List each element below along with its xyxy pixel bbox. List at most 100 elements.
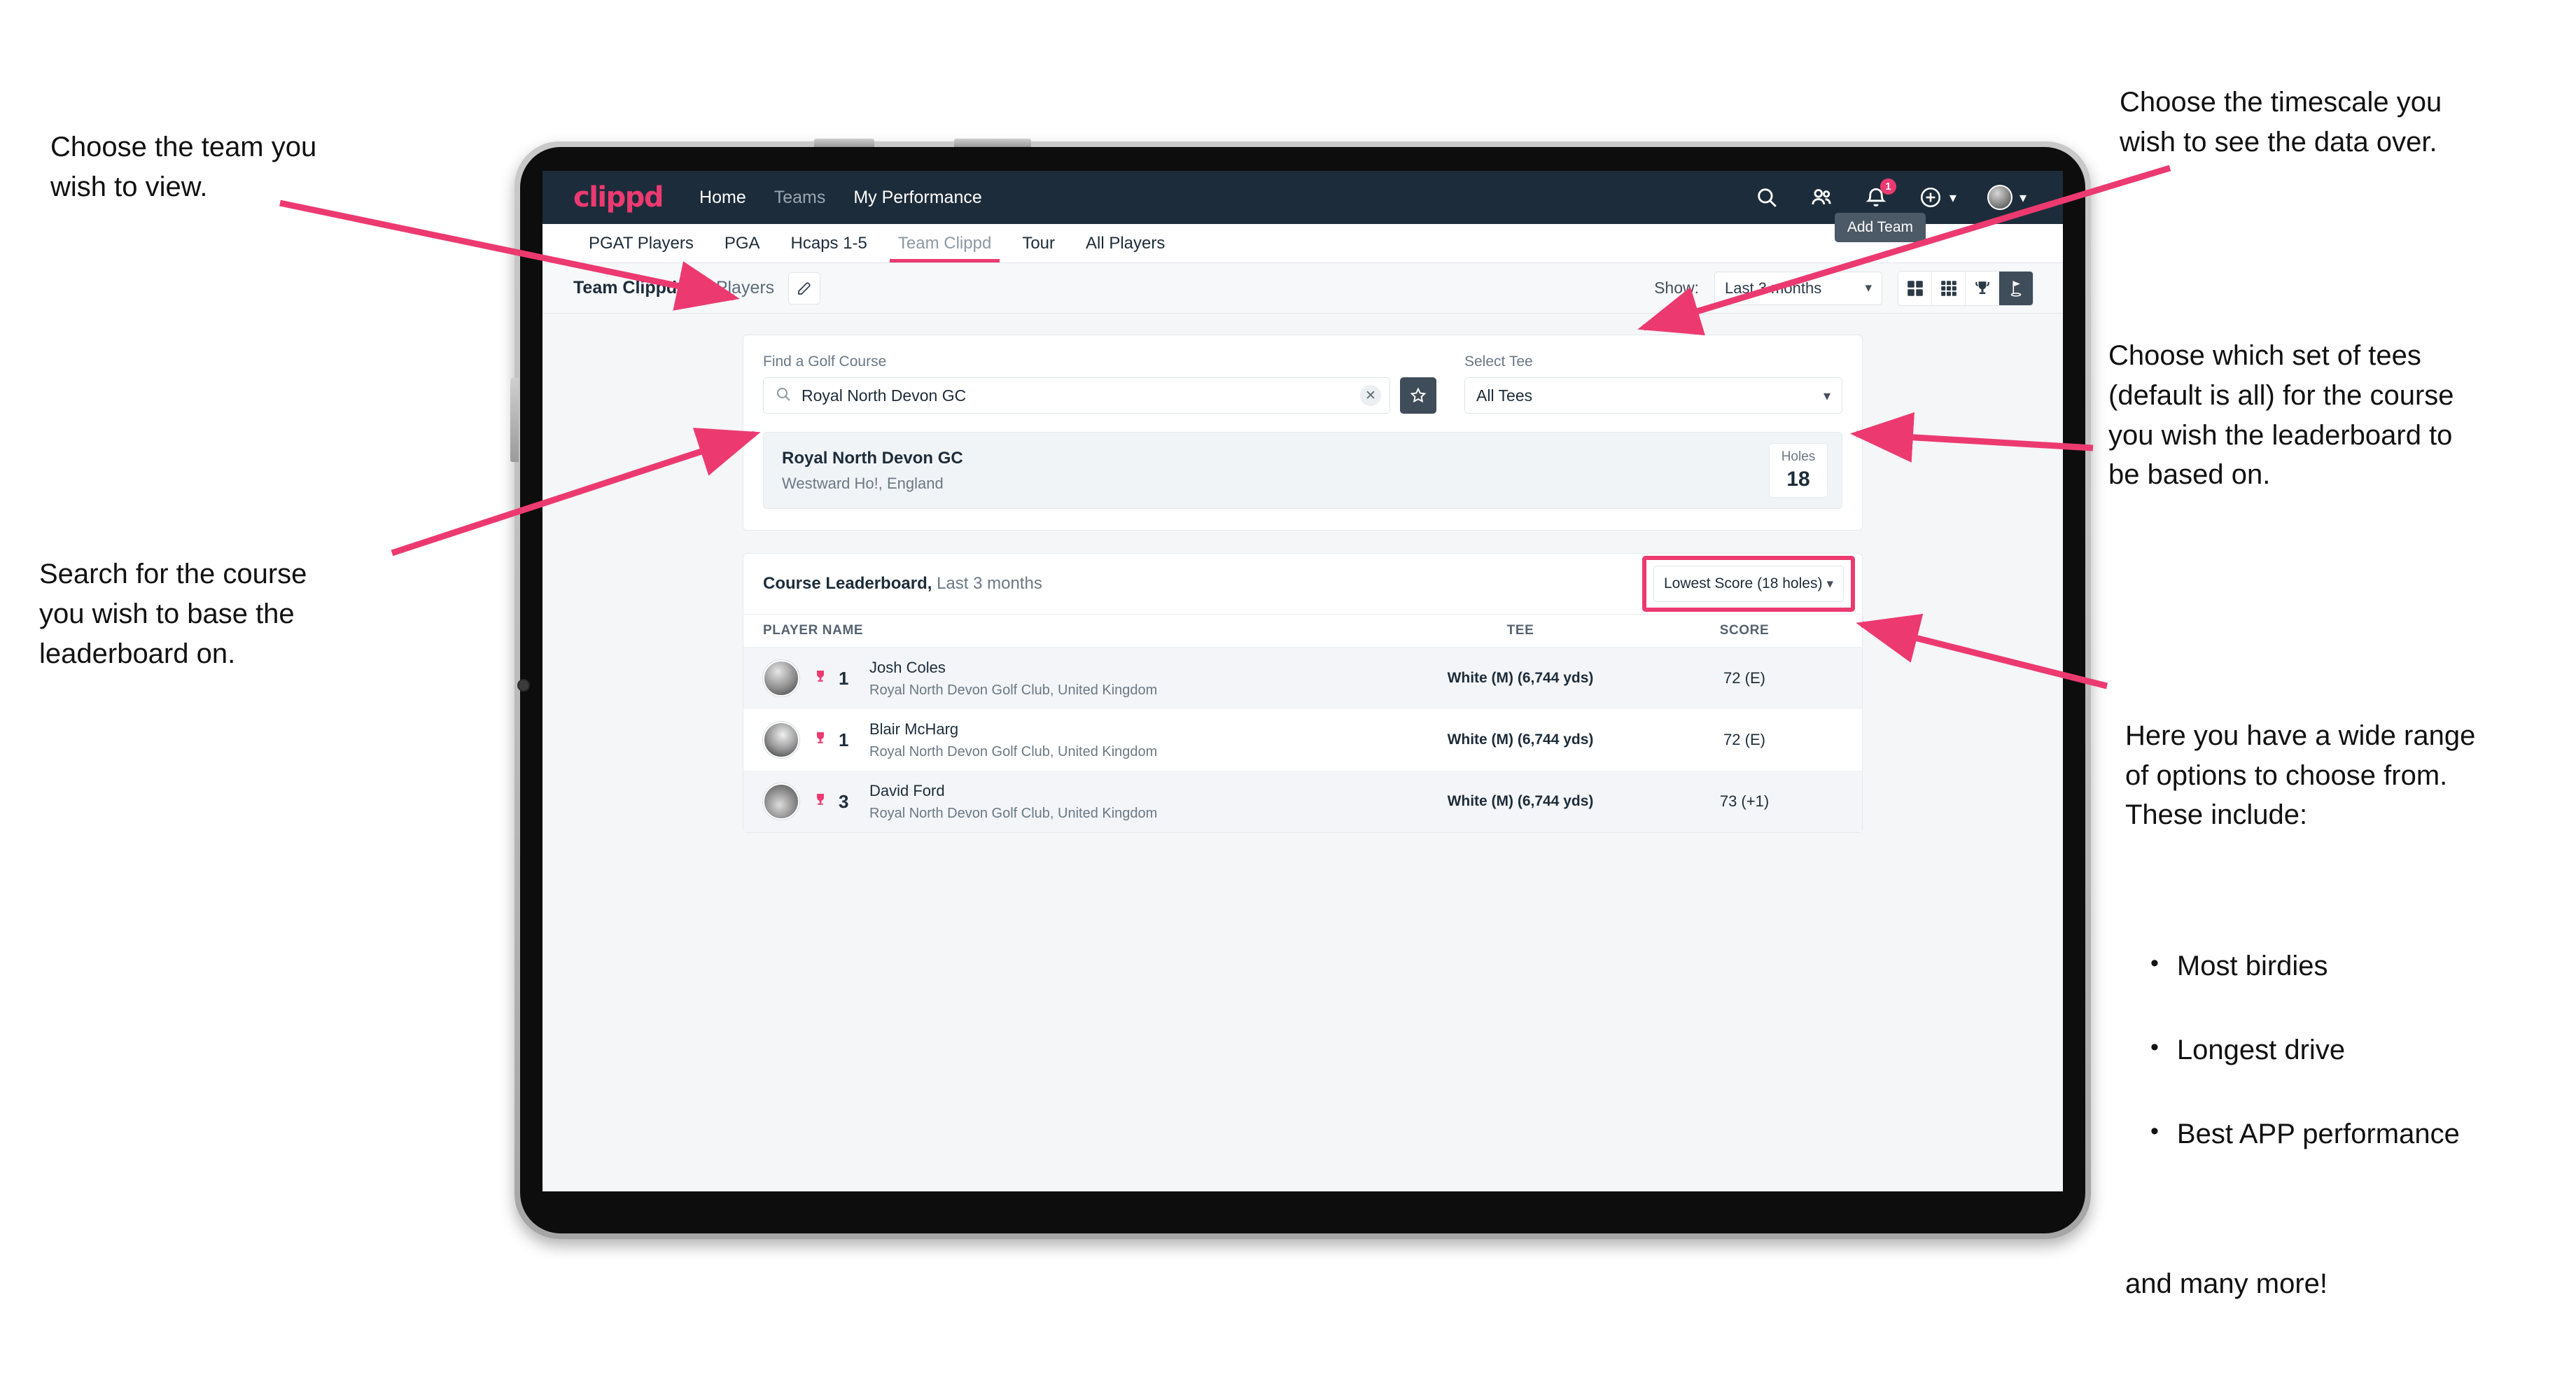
player-score: 72 (E) [1723, 731, 1765, 748]
team-player-count: 14 [692, 278, 711, 298]
search-icon[interactable] [1755, 186, 1779, 209]
leaderboard-title: Course Leaderboard, Last 3 months [763, 574, 1042, 594]
list-item-label: Longest drive [2176, 1034, 2346, 1065]
search-input[interactable]: Royal North Devon GC ✕ [763, 377, 1390, 414]
table-row[interactable]: 3 David Ford Royal North Devon Golf Club… [743, 771, 1862, 832]
tablet-camera [517, 679, 530, 692]
nav-link-home[interactable]: Home [699, 188, 746, 208]
timescale-select[interactable]: Last 3 months ▾ [1714, 271, 1882, 305]
tab-hcaps-1-5[interactable]: Hcaps 1-5 [776, 224, 883, 262]
tab-pgat-players[interactable]: PGAT Players [573, 224, 709, 262]
trophy-icon [812, 730, 829, 750]
star-icon[interactable] [1400, 377, 1436, 414]
avatar [763, 783, 799, 820]
annotation-choose-team: Choose the team you wish to view. [50, 132, 317, 202]
plus-circle-icon[interactable] [1919, 186, 1942, 209]
player-rank: 1 [839, 729, 849, 750]
leaderboard-title-main: Course Leaderboard, [763, 574, 932, 593]
bullet-glyph: • [2150, 1033, 2159, 1060]
course-flag-view-button[interactable] [1999, 271, 2033, 305]
add-menu[interactable]: ▾ [1919, 186, 1956, 209]
list-item-label: Best APP performance [2176, 1118, 2460, 1149]
leaderboard-sort-select[interactable]: Lowest Score (18 holes) ▾ [1653, 566, 1844, 602]
leaderboard-column-headers: PLAYER NAME TEE SCORE [743, 614, 1862, 648]
annotation-choose-timescale: Choose the timescale you wish to see the… [2120, 87, 2442, 158]
player-tee: White (M) (6,744 yds) [1447, 793, 1594, 809]
course-search-panel: Find a Golf Course Royal North Devon GC … [743, 335, 1863, 531]
avatar [763, 660, 799, 696]
course-result-location: Westward Ho!, England [782, 474, 944, 492]
tablet-bezel: clippd Home Teams My Performance 1 ▾ ▾ P… [510, 139, 2085, 1233]
toolbar-right: Show: Last 3 months ▾ [1654, 270, 2033, 306]
nav-link-my-performance[interactable]: My Performance [853, 188, 981, 208]
tablet-side-button [510, 378, 519, 462]
avatar[interactable] [1987, 185, 2012, 210]
annotation-options-intro: Here you have a wide range of options to… [2125, 720, 2476, 831]
list-item-label: Most birdies [2176, 950, 2328, 981]
player-club: Royal North Devon Golf Club, United King… [869, 682, 1158, 698]
bullet-glyph: • [2150, 1117, 2159, 1144]
holes-value: 18 [1786, 468, 1810, 491]
search-input-value: Royal North Devon GC [802, 386, 967, 405]
notification-badge: 1 [1879, 178, 1896, 195]
player-rank: 1 [839, 667, 849, 689]
tab-all-players[interactable]: All Players [1070, 224, 1180, 262]
bell-icon[interactable]: 1 [1864, 178, 1896, 209]
player-tee: White (M) (6,744 yds) [1447, 670, 1594, 686]
people-icon[interactable] [1809, 186, 1833, 209]
table-row[interactable]: 1 Blair McHarg Royal North Devon Golf Cl… [743, 709, 1862, 771]
bullet-glyph: • [2150, 949, 2159, 976]
holes-label: Holes [1781, 449, 1816, 464]
course-search-fields: Find a Golf Course Royal North Devon GC … [763, 354, 1842, 414]
course-leaderboard-panel: Course Leaderboard, Last 3 months Lowest… [743, 553, 1863, 833]
tablet-top-button-1 [814, 139, 874, 147]
player-rank: 3 [839, 790, 849, 812]
player-cell: 1 Josh Coles Royal North Devon Golf Club… [763, 659, 1394, 699]
trophy-view-button[interactable] [1966, 271, 1999, 305]
grid-2x2-view-button[interactable] [1898, 271, 1932, 305]
chevron-down-icon: ▾ [1826, 576, 1833, 592]
pencil-icon[interactable] [788, 272, 821, 304]
holes-badge: Holes 18 [1769, 443, 1828, 498]
tab-tour[interactable]: Tour [1007, 224, 1070, 262]
team-toolbar: Team Clippd | 14 Players Show: Last 3 mo… [542, 263, 2063, 314]
grid-3x3-view-button[interactable] [1932, 271, 1966, 305]
annotation-options-tail: and many more! [2125, 1268, 2328, 1299]
tablet-device-frame: clippd Home Teams My Performance 1 ▾ ▾ P… [510, 139, 2091, 1239]
tab-pga[interactable]: PGA [709, 224, 776, 262]
chevron-down-icon[interactable]: ▾ [1949, 189, 1956, 206]
player-cell: 1 Blair McHarg Royal North Devon Golf Cl… [763, 720, 1394, 760]
chevron-down-icon[interactable]: ▾ [2019, 189, 2026, 206]
list-item: • Longest drive [2150, 1028, 2573, 1072]
tab-team-clippd[interactable]: Team Clippd [883, 224, 1007, 262]
annotation-search-course: Search for the course you wish to base t… [39, 559, 307, 669]
course-result-card[interactable]: Royal North Devon GC Westward Ho!, Engla… [763, 432, 1842, 509]
player-name: Josh Coles [869, 658, 946, 676]
annotation-options-range: Here you have a wide range of options to… [2125, 676, 2573, 1343]
avatar [763, 722, 799, 758]
column-header-score: SCORE [1719, 623, 1770, 638]
player-club: Royal North Devon Golf Club, United King… [869, 805, 1158, 821]
annotation-choose-tees: Choose which set of tees (default is all… [2108, 340, 2454, 491]
tablet-top-button-2 [954, 139, 1031, 147]
account-menu[interactable]: ▾ [1987, 185, 2026, 210]
team-summary: Team Clippd | 14 Players [573, 278, 774, 298]
course-result-info: Royal North Devon GC Westward Ho!, Engla… [782, 449, 963, 493]
course-field-group: Find a Golf Course Royal North Devon GC … [763, 354, 1436, 414]
column-header-tee: TEE [1506, 623, 1534, 638]
add-team-tooltip: Add Team [1834, 213, 1926, 242]
player-name: David Ford [869, 781, 945, 799]
chevron-down-icon: ▾ [1823, 388, 1830, 404]
course-field-label: Find a Golf Course [763, 354, 887, 370]
table-row[interactable]: 1 Josh Coles Royal North Devon Golf Club… [743, 648, 1862, 709]
tee-select[interactable]: All Tees ▾ [1464, 377, 1842, 414]
nav-link-teams[interactable]: Teams [774, 188, 826, 208]
close-icon[interactable]: ✕ [1360, 385, 1381, 406]
primary-nav: Home Teams My Performance [699, 188, 982, 208]
tee-field-label: Select Tee [1464, 354, 1533, 370]
clippd-logo[interactable]: clippd [573, 181, 664, 214]
leaderboard-sort-wrap: Lowest Score (18 holes) ▾ [1642, 556, 1855, 612]
screenshot-root: Choose the team you wish to view. Choose… [0, 0, 2576, 1386]
leaderboard-header: Course Leaderboard, Last 3 months Lowest… [743, 554, 1862, 614]
trophy-icon [812, 792, 829, 812]
